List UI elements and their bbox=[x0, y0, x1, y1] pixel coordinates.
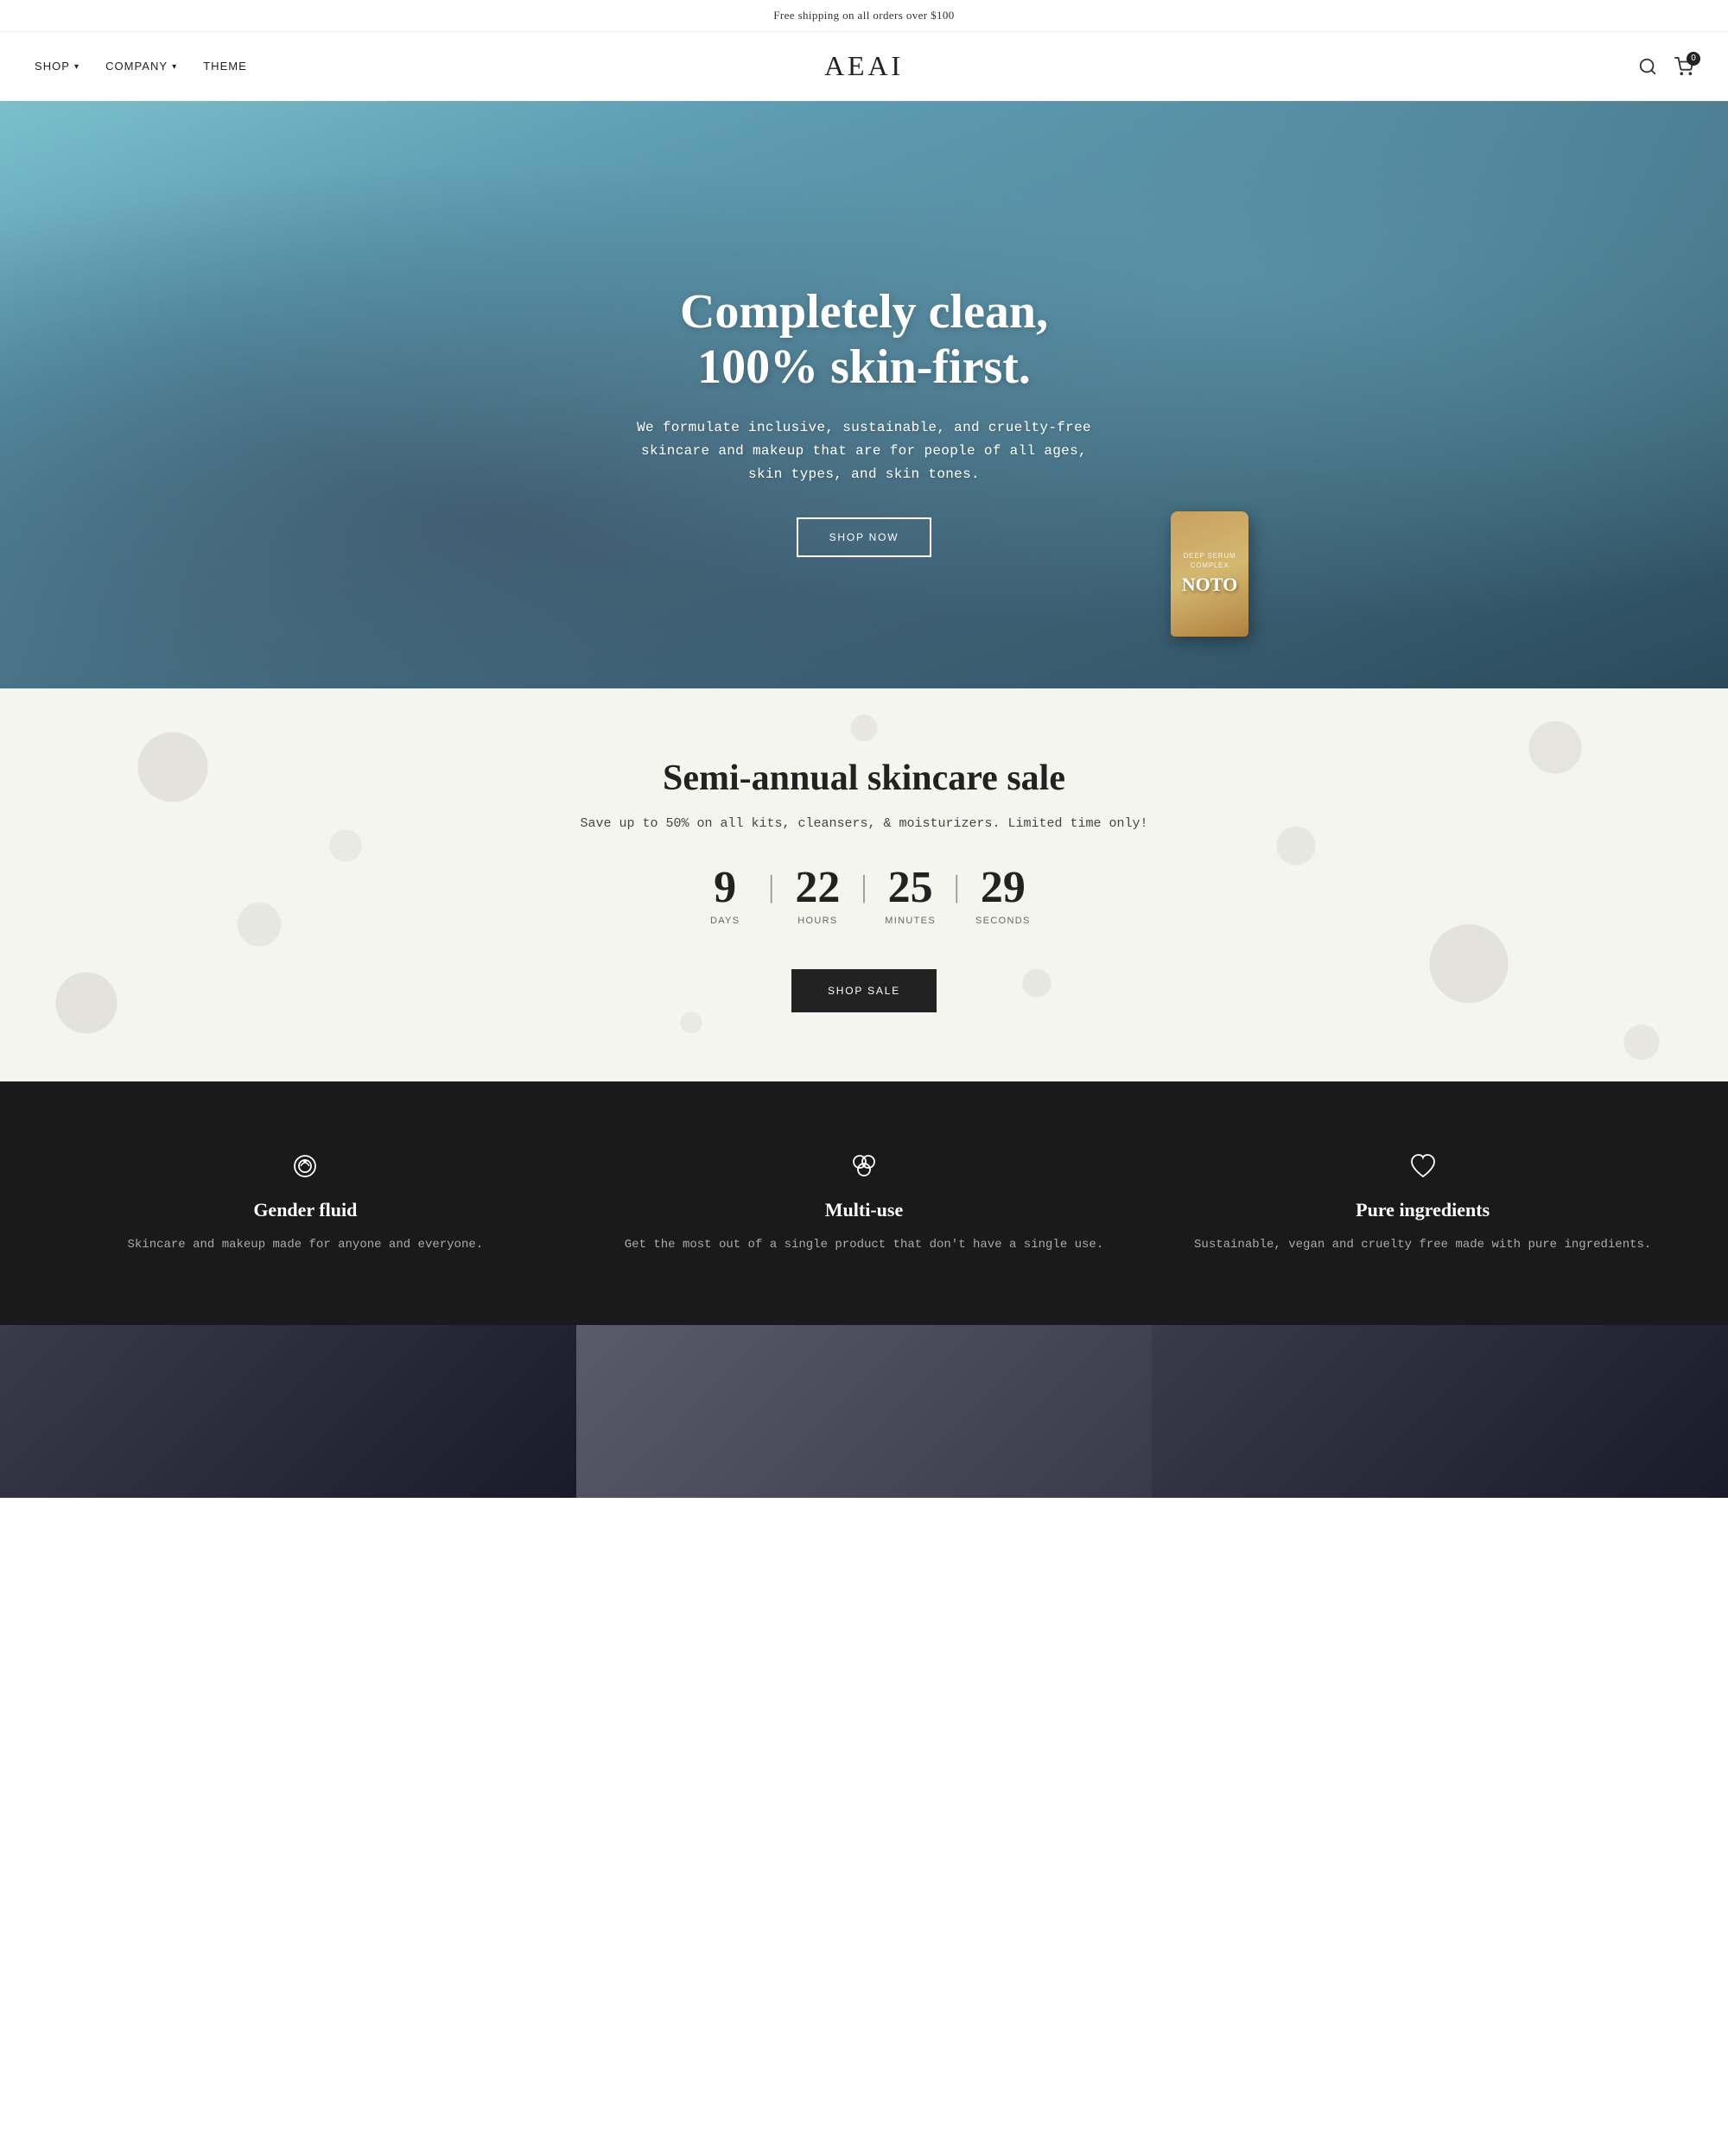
preview-left[interactable] bbox=[0, 1325, 576, 1498]
hero-description: We formulate inclusive, sustainable, and… bbox=[631, 416, 1097, 487]
nav-company-label: COMPANY bbox=[105, 60, 168, 73]
countdown-minutes: 25 MINUTES bbox=[876, 866, 945, 926]
search-icon bbox=[1638, 57, 1657, 76]
countdown-days: 9 DAYS bbox=[690, 866, 759, 926]
feature-multi-use-title: Multi-use bbox=[611, 1199, 1118, 1221]
site-logo[interactable]: AEAI bbox=[824, 50, 904, 82]
hero-title: Completely clean, 100% skin-first. bbox=[631, 284, 1097, 396]
seconds-label: SECONDS bbox=[969, 916, 1038, 926]
feature-gender-fluid-desc: Skincare and makeup made for anyone and … bbox=[52, 1235, 559, 1256]
chevron-down-icon: ▾ bbox=[172, 62, 177, 72]
countdown-hours: 22 HOURS bbox=[783, 866, 852, 926]
nav-left: SHOP ▾ COMPANY ▾ THEME bbox=[35, 60, 247, 73]
countdown-seconds: 29 SECONDS bbox=[969, 866, 1038, 926]
hero-cta-button[interactable]: SHOP NOW bbox=[797, 517, 932, 557]
nav-theme[interactable]: THEME bbox=[203, 60, 247, 73]
separator-2: | bbox=[852, 871, 875, 902]
nav-theme-label: THEME bbox=[203, 60, 247, 73]
feature-gender-fluid: Gender fluid Skincare and makeup made fo… bbox=[52, 1151, 559, 1256]
features-section: Gender fluid Skincare and makeup made fo… bbox=[0, 1081, 1728, 1325]
product-brand-text: NOTO bbox=[1182, 574, 1237, 596]
feature-pure-ingredients-title: Pure ingredients bbox=[1169, 1199, 1676, 1221]
sale-description: Save up to 50% on all kits, cleansers, &… bbox=[35, 816, 1693, 831]
nav-shop[interactable]: SHOP ▾ bbox=[35, 60, 79, 73]
feature-gender-fluid-title: Gender fluid bbox=[52, 1199, 559, 1221]
countdown-timer: 9 DAYS | 22 HOURS | 25 MINUTES | 29 SECO… bbox=[35, 866, 1693, 926]
nav-company[interactable]: COMPANY ▾ bbox=[105, 60, 177, 73]
separator-1: | bbox=[759, 871, 783, 902]
sale-section: Semi-annual skincare sale Save up to 50%… bbox=[0, 688, 1728, 1081]
product-sub-text: DEEP SERUMCOMPLEX bbox=[1184, 552, 1236, 570]
minutes-label: MINUTES bbox=[876, 916, 945, 926]
hours-label: HOURS bbox=[783, 916, 852, 926]
minutes-value: 25 bbox=[876, 866, 945, 910]
feature-pure-ingredients-desc: Sustainable, vegan and cruelty free made… bbox=[1169, 1235, 1676, 1256]
days-label: DAYS bbox=[690, 916, 759, 926]
seconds-value: 29 bbox=[969, 866, 1038, 910]
chevron-down-icon: ▾ bbox=[74, 62, 79, 72]
preview-right[interactable] bbox=[1152, 1325, 1728, 1498]
ring-icon bbox=[52, 1151, 559, 1182]
preview-center[interactable] bbox=[576, 1325, 1153, 1498]
hero-content: Completely clean, 100% skin-first. We fo… bbox=[605, 284, 1123, 557]
cart-button[interactable]: 0 bbox=[1674, 57, 1693, 76]
feature-pure-ingredients: Pure ingredients Sustainable, vegan and … bbox=[1169, 1151, 1676, 1256]
hours-value: 22 bbox=[783, 866, 852, 910]
nav-right: 0 bbox=[1638, 57, 1693, 76]
hero-product-bottle: DEEP SERUMCOMPLEX NOTO bbox=[1171, 511, 1248, 637]
sale-cta-button[interactable]: SHOP SALE bbox=[791, 969, 937, 1012]
nav-shop-label: SHOP bbox=[35, 60, 70, 73]
hero-section: DEEP SERUMCOMPLEX NOTO Completely clean,… bbox=[0, 101, 1728, 688]
separator-3: | bbox=[945, 871, 969, 902]
header: SHOP ▾ COMPANY ▾ THEME AEAI 0 bbox=[0, 32, 1728, 101]
feature-multi-use-desc: Get the most out of a single product tha… bbox=[611, 1235, 1118, 1256]
feature-multi-use: Multi-use Get the most out of a single p… bbox=[611, 1151, 1118, 1256]
previews-section bbox=[0, 1325, 1728, 1498]
announcement-bar: Free shipping on all orders over $100 bbox=[0, 0, 1728, 32]
cart-count: 0 bbox=[1687, 52, 1700, 66]
multiuse-icon bbox=[611, 1151, 1118, 1182]
heart-icon bbox=[1169, 1151, 1676, 1182]
announcement-text: Free shipping on all orders over $100 bbox=[773, 9, 954, 22]
search-button[interactable] bbox=[1638, 57, 1657, 76]
sale-title: Semi-annual skincare sale bbox=[35, 758, 1693, 799]
days-value: 9 bbox=[690, 866, 759, 910]
